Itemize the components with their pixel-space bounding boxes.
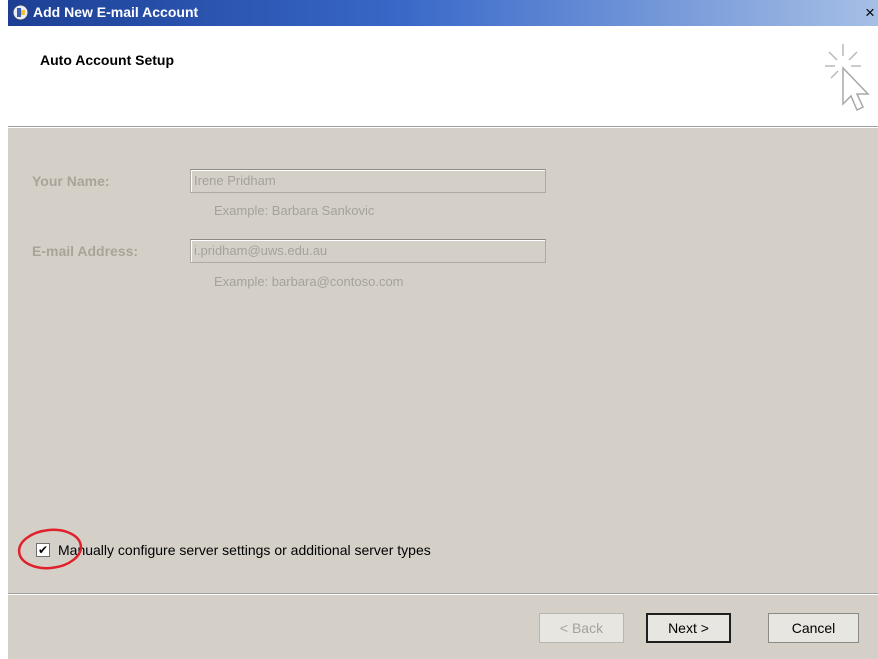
title-bar: Add New E-mail Account × bbox=[8, 0, 878, 26]
header-divider-highlight bbox=[8, 127, 878, 128]
back-button[interactable]: < Back bbox=[539, 613, 624, 643]
next-button[interactable]: Next > bbox=[646, 613, 731, 643]
wizard-cursor-sparkle-icon bbox=[825, 44, 870, 112]
manual-config-checkbox[interactable]: ✔ bbox=[36, 543, 50, 557]
outlook-app-icon bbox=[12, 4, 29, 21]
cancel-button[interactable]: Cancel bbox=[768, 613, 859, 643]
name-example-hint: Example: Barbara Sankovic bbox=[214, 203, 375, 218]
email-address-label: E-mail Address: bbox=[32, 243, 139, 259]
manual-config-label[interactable]: Manually configure server settings or ad… bbox=[58, 542, 431, 558]
add-email-account-dialog: Add New E-mail Account × Auto Account Se… bbox=[8, 0, 878, 659]
footer-divider-highlight bbox=[8, 594, 878, 595]
email-address-field[interactable]: i.pridham@uws.edu.au bbox=[190, 239, 546, 263]
email-example-hint: Example: barbara@contoso.com bbox=[214, 274, 404, 289]
close-button[interactable]: × bbox=[862, 2, 878, 24]
page-title: Auto Account Setup bbox=[40, 52, 175, 68]
your-name-field[interactable]: Irene Pridham bbox=[190, 169, 546, 193]
window-title: Add New E-mail Account bbox=[33, 4, 199, 20]
your-name-label: Your Name: bbox=[32, 173, 110, 189]
wizard-header: Auto Account Setup bbox=[8, 26, 878, 126]
